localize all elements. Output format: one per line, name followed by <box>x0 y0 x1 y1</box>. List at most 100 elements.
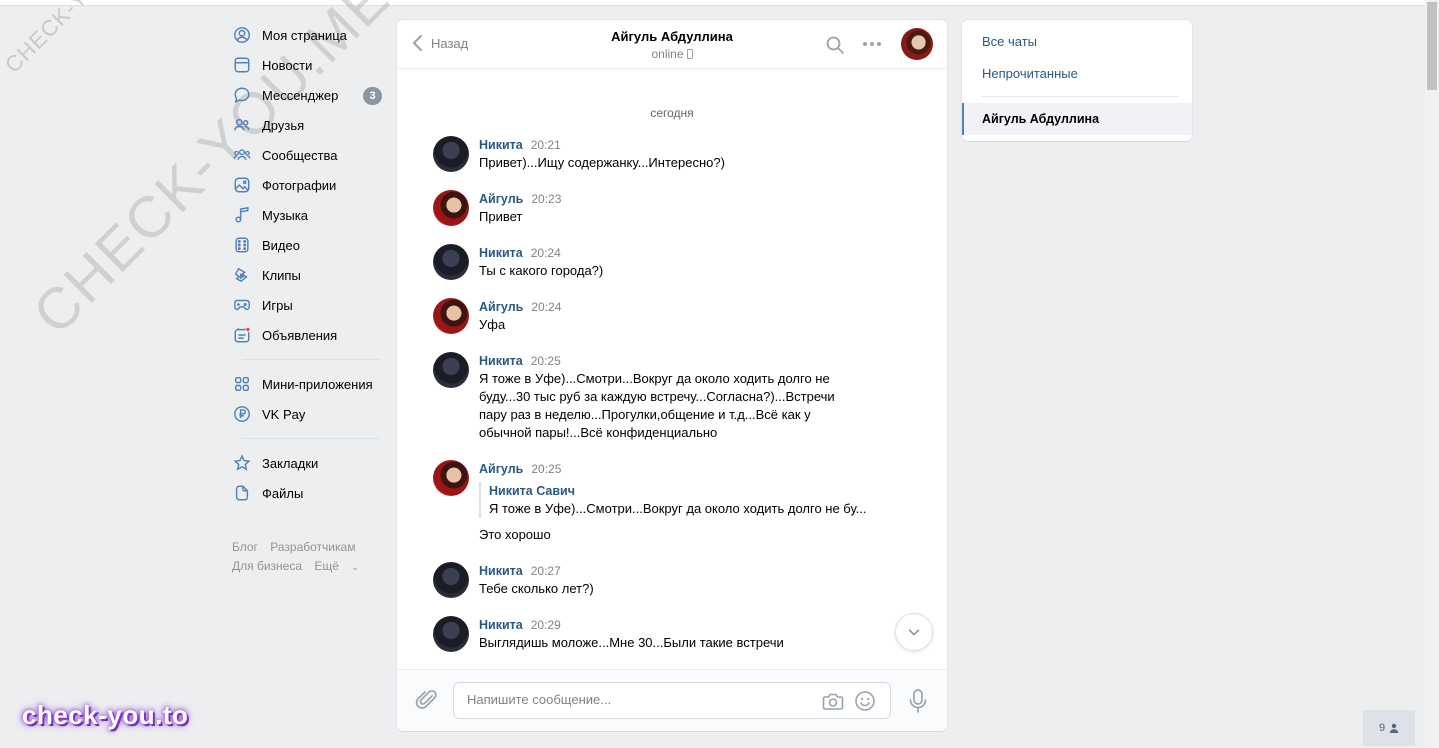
menu-item-games[interactable]: Игры <box>232 290 382 320</box>
news-icon <box>232 55 252 75</box>
menu-item-news[interactable]: Новости <box>232 50 382 80</box>
message-time[interactable]: 20:21 <box>531 138 561 152</box>
footer-link-developers[interactable]: Разработчикам <box>270 540 355 554</box>
avatar[interactable] <box>433 298 469 334</box>
active-chat-item[interactable]: Айгуль Абдуллина <box>962 103 1192 135</box>
avatar[interactable] <box>433 136 469 172</box>
message-input-box <box>453 682 891 719</box>
person-icon <box>1389 723 1399 733</box>
avatar[interactable] <box>433 352 469 388</box>
microphone-icon[interactable] <box>907 688 929 714</box>
message-time[interactable]: 20:27 <box>531 564 561 578</box>
menu-item-mini-apps[interactable]: Мини-приложения <box>232 369 382 399</box>
sender-name[interactable]: Никита <box>479 246 523 260</box>
message-time[interactable]: 20:24 <box>531 300 561 314</box>
menu-item-video[interactable]: Видео <box>232 230 382 260</box>
menu-item-label: Сообщества <box>262 147 338 163</box>
menu-item-label: Объявления <box>262 327 338 343</box>
message: Никита 20:27 Тебе сколько лет?) <box>397 562 947 598</box>
page-scrollbar[interactable] <box>1425 0 1439 748</box>
avatar[interactable] <box>433 616 469 652</box>
quote-text: Я тоже в Уфе)...Смотри...Вокруг да около… <box>489 501 867 516</box>
vkpay-icon <box>232 404 252 424</box>
menu-item-files[interactable]: Файлы <box>232 478 382 508</box>
menu-item-label: Друзья <box>262 117 305 133</box>
sender-name[interactable]: Никита <box>479 564 523 578</box>
file-icon <box>232 483 252 503</box>
message-time[interactable]: 20:23 <box>531 192 561 206</box>
message-text: Я тоже в Уфе)...Смотри...Вокруг да около… <box>479 371 835 440</box>
avatar[interactable] <box>433 244 469 280</box>
chat-filter-panel: Все чаты Непрочитанные Айгуль Абдуллина <box>962 20 1192 141</box>
menu-item-bookmarks[interactable]: Закладки <box>232 448 382 478</box>
chevron-down-icon <box>908 629 920 636</box>
menu-item-clips[interactable]: Клипы <box>232 260 382 290</box>
message-time[interactable]: 20:25 <box>531 462 561 476</box>
menu-item-label: Игры <box>262 297 293 313</box>
message-time[interactable]: 20:29 <box>531 618 561 632</box>
message-text: Уфа <box>479 317 506 332</box>
scrollbar-thumb[interactable] <box>1427 2 1437 90</box>
left-menu: Моя страница Новости Мессенджер 3 Друзья… <box>232 20 382 577</box>
message: Никита 20:29 Выглядишь моложе...Мне 30...… <box>397 616 947 652</box>
menu-item-label: Файлы <box>262 485 304 501</box>
message-time[interactable]: 20:24 <box>531 246 561 260</box>
user-circle-icon <box>232 25 252 45</box>
menu-item-communities[interactable]: Сообщества <box>232 140 382 170</box>
sender-name[interactable]: Никита <box>479 618 523 632</box>
menu-item-ads[interactable]: Объявления <box>232 320 382 350</box>
chat-panel: Назад Айгуль Абдуллина online сегодня Ни… <box>397 20 947 731</box>
avatar[interactable] <box>433 460 469 496</box>
ads-icon <box>232 325 252 345</box>
sender-name[interactable]: Айгуль <box>479 462 523 476</box>
menu-item-music[interactable]: Музыка <box>232 200 382 230</box>
quote-author: Никита Савич <box>489 484 575 498</box>
message: Никита 20:21 Привет)...Ищу содержанку...И… <box>397 136 947 172</box>
sender-name[interactable]: Айгуль <box>479 300 523 314</box>
message-text: Ты с какого города?) <box>479 263 604 278</box>
sender-name[interactable]: Айгуль <box>479 192 523 206</box>
avatar[interactable] <box>901 28 933 60</box>
footer-more-label: Ещё <box>314 559 339 573</box>
apps-icon <box>232 374 252 394</box>
avatar[interactable] <box>433 190 469 226</box>
watermark-small: CHECK-YOU.ME <box>0 0 148 78</box>
message-input[interactable] <box>467 692 807 707</box>
menu-item-friends[interactable]: Друзья <box>232 110 382 140</box>
menu-item-messenger[interactable]: Мессенджер 3 <box>232 80 382 110</box>
message-time[interactable]: 20:25 <box>531 354 561 368</box>
music-icon <box>232 205 252 225</box>
emoji-icon[interactable] <box>854 690 876 712</box>
paperclip-icon[interactable] <box>415 688 439 712</box>
sender-name[interactable]: Никита <box>479 138 523 152</box>
footer-link-business[interactable]: Для бизнеса <box>232 559 302 573</box>
watermark-brand: check-you.to <box>22 700 189 730</box>
camera-icon[interactable] <box>822 691 844 711</box>
message: Никита 20:25 Я тоже в Уфе)...Смотри...Вок… <box>397 352 947 442</box>
sender-name[interactable]: Никита <box>479 354 523 368</box>
message-list[interactable]: сегодня Никита 20:21 Привет)...Ищу содерж… <box>397 70 947 670</box>
clips-icon <box>232 265 252 285</box>
menu-item-label: Клипы <box>262 267 301 283</box>
more-icon[interactable] <box>861 34 883 54</box>
friends-icon <box>232 115 252 135</box>
status-text: online <box>651 47 684 61</box>
avatar[interactable] <box>433 562 469 598</box>
scroll-down-button[interactable] <box>895 613 933 651</box>
filter-unread[interactable]: Непрочитанные <box>982 66 1078 81</box>
day-separator: сегодня <box>650 106 694 120</box>
message-text: Это хорошо <box>479 527 551 542</box>
photo-icon <box>232 175 252 195</box>
filter-all-chats[interactable]: Все чаты <box>982 34 1037 49</box>
reply-quote[interactable]: Никита Савич Я тоже в Уфе)...Смотри...Во… <box>479 482 869 518</box>
online-counter[interactable]: 9 <box>1363 710 1415 746</box>
message: Никита 20:24 Ты с какого города?) <box>397 244 947 280</box>
menu-item-vk-pay[interactable]: VK Pay <box>232 399 382 429</box>
footer-link-blog[interactable]: Блог <box>232 540 258 554</box>
search-icon[interactable] <box>825 35 845 55</box>
message: Айгуль 20:25 Никита Савич Я тоже в Уфе)..… <box>397 460 947 544</box>
menu-item-my-page[interactable]: Моя страница <box>232 20 382 50</box>
footer-link-more[interactable]: Ещё ⌄ <box>314 559 367 573</box>
message-text: Привет)...Ищу содержанку...Интересно?) <box>479 155 725 170</box>
menu-item-photos[interactable]: Фотографии <box>232 170 382 200</box>
